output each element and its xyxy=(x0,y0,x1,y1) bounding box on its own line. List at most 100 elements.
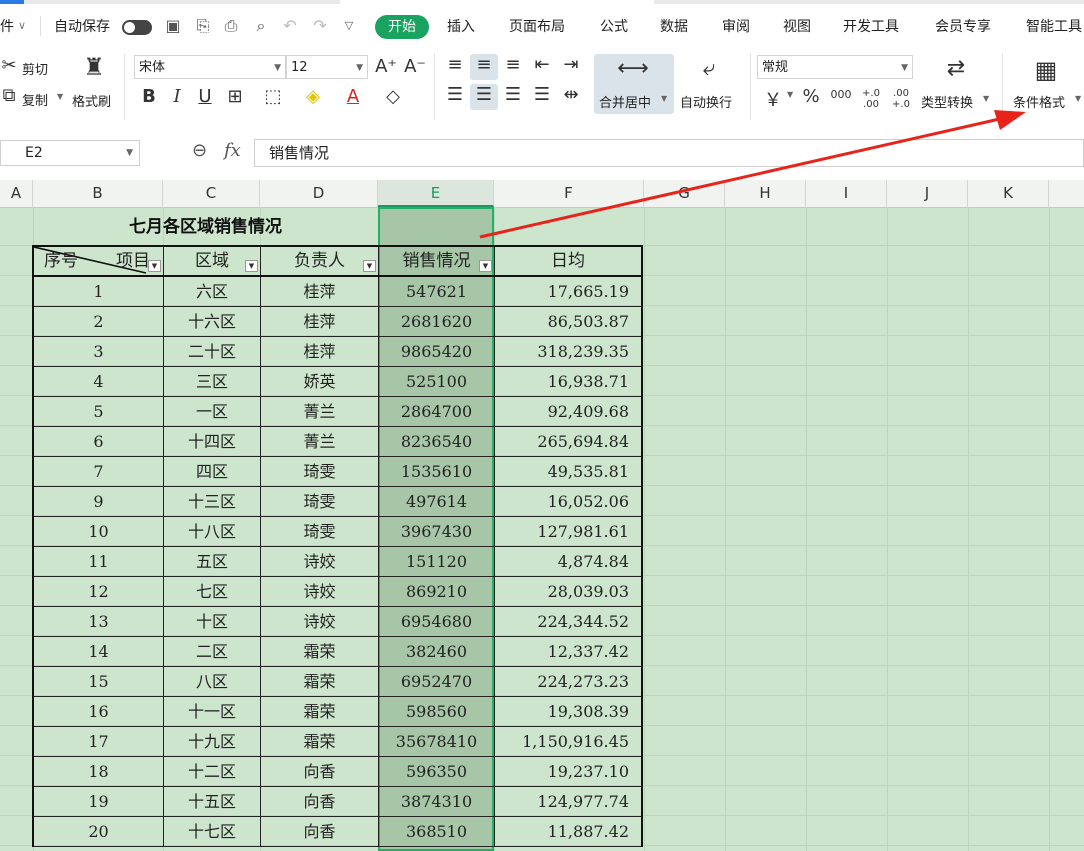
number-format-select[interactable]: 常规 ▼ xyxy=(757,55,913,79)
cell-owner[interactable]: 诗姣 xyxy=(261,577,379,606)
cell-daily[interactable]: 19,308.39 xyxy=(495,697,641,726)
cell-daily[interactable]: 224,344.52 xyxy=(495,607,641,636)
column-header-g[interactable]: G xyxy=(644,180,725,207)
cell-daily[interactable]: 19,237.10 xyxy=(495,757,641,786)
save-icon[interactable]: ▣ xyxy=(164,17,182,35)
cell-owner[interactable]: 桂萍 xyxy=(261,337,379,366)
merge-center-label[interactable]: 合并居中 xyxy=(599,92,651,111)
cell-no[interactable]: 18 xyxy=(34,757,164,786)
conditional-format-label[interactable]: 条件格式 xyxy=(1013,92,1065,111)
filter-dropdown-icon[interactable]: ▼ xyxy=(479,260,492,272)
cell-no[interactable]: 7 xyxy=(34,457,164,486)
sheet-grid[interactable]: 七月各区域销售情况 序号 项目 ▼ 区域 ▼ 负责人 ▼ 销售情况 ▼ 日均 1 六区桂… xyxy=(0,207,1084,851)
cell-sales[interactable]: 9865420 xyxy=(379,337,495,366)
cell-no[interactable]: 12 xyxy=(34,577,164,606)
fx-icon[interactable]: fx xyxy=(224,140,241,161)
cell-sales[interactable]: 2681620 xyxy=(379,307,495,336)
align-right-icon[interactable]: ☰ xyxy=(502,84,524,105)
copy-icon[interactable]: ⧉ xyxy=(0,85,18,106)
cut-icon[interactable]: ✂ xyxy=(0,55,18,76)
thousands-separator-icon[interactable]: 000 xyxy=(828,88,854,101)
column-header-e[interactable]: E xyxy=(378,180,494,207)
column-header-b[interactable]: B xyxy=(33,180,163,207)
zoom-icon[interactable]: ⊖ xyxy=(192,140,207,161)
cell-daily[interactable]: 127,981.61 xyxy=(495,517,641,546)
cell-region[interactable]: 八区 xyxy=(164,667,261,696)
cell-no[interactable]: 15 xyxy=(34,667,164,696)
cell-owner[interactable]: 霜荣 xyxy=(261,637,379,666)
tab-smart-tools[interactable]: 智能工具 xyxy=(1026,16,1082,36)
cell-sales[interactable]: 151120 xyxy=(379,547,495,576)
column-header-c[interactable]: C xyxy=(163,180,260,207)
fill-color-icon[interactable]: ◈ xyxy=(302,86,324,107)
cell-region[interactable]: 二十区 xyxy=(164,337,261,366)
cell-sales[interactable]: 596350 xyxy=(379,757,495,786)
decrease-indent-icon[interactable]: ⇤ xyxy=(531,54,553,75)
type-convert-label[interactable]: 类型转换 xyxy=(921,92,973,111)
wrap-text-label[interactable]: 自动换行 xyxy=(680,92,732,111)
merge-dropdown-icon[interactable]: ▼ xyxy=(661,94,667,103)
cell-daily[interactable]: 224,273.23 xyxy=(495,667,641,696)
cell-region[interactable]: 十七区 xyxy=(164,817,261,846)
tab-member[interactable]: 会员专享 xyxy=(935,16,991,36)
cell-daily[interactable]: 17,665.19 xyxy=(495,277,641,306)
cell-no[interactable]: 5 xyxy=(34,397,164,426)
cell-owner[interactable]: 向香 xyxy=(261,757,379,786)
cell-sales[interactable]: 6954680 xyxy=(379,607,495,636)
file-dropdown-icon[interactable]: ∨ xyxy=(18,19,26,32)
filter-dropdown-icon[interactable]: ▼ xyxy=(245,260,258,272)
cell-daily[interactable]: 16,052.06 xyxy=(495,487,641,516)
decrease-font-icon[interactable]: A⁻ xyxy=(404,56,426,77)
cell-owner[interactable]: 娇英 xyxy=(261,367,379,396)
font-size-select[interactable]: 12 ▼ xyxy=(286,55,368,79)
cell-owner[interactable]: 琦雯 xyxy=(261,487,379,516)
cell-region[interactable]: 五区 xyxy=(164,547,261,576)
increase-indent-icon[interactable]: ⇥ xyxy=(560,54,582,75)
cell-no[interactable]: 2 xyxy=(34,307,164,336)
cell-sales[interactable]: 382460 xyxy=(379,637,495,666)
copy-dropdown-icon[interactable]: ▼ xyxy=(57,92,63,101)
column-header-h[interactable]: H xyxy=(725,180,806,207)
tab-review[interactable]: 审阅 xyxy=(722,16,750,36)
cell-sales[interactable]: 525100 xyxy=(379,367,495,396)
currency-dropdown-icon[interactable]: ▼ xyxy=(787,90,793,99)
tab-data[interactable]: 数据 xyxy=(660,16,688,36)
cell-region[interactable]: 四区 xyxy=(164,457,261,486)
tab-page-layout[interactable]: 页面布局 xyxy=(509,16,565,36)
cell-region[interactable]: 三区 xyxy=(164,367,261,396)
tab-home[interactable]: 开始 xyxy=(375,15,429,39)
tab-developer[interactable]: 开发工具 xyxy=(843,16,899,36)
conditional-format-icon[interactable]: ▦ xyxy=(1030,56,1062,84)
tab-insert[interactable]: 插入 xyxy=(447,16,475,36)
cell-owner[interactable]: 菁兰 xyxy=(261,397,379,426)
type-convert-dropdown-icon[interactable]: ▼ xyxy=(983,94,989,103)
tab-formulas[interactable]: 公式 xyxy=(600,16,628,36)
cell-region[interactable]: 十八区 xyxy=(164,517,261,546)
formula-input[interactable]: 销售情况 xyxy=(254,139,1084,167)
justify-icon[interactable]: ☰ xyxy=(531,84,553,105)
cell-owner[interactable]: 向香 xyxy=(261,787,379,816)
autosave-toggle[interactable] xyxy=(122,20,152,35)
cell-owner[interactable]: 诗姣 xyxy=(261,547,379,576)
copy-label[interactable]: 复制 xyxy=(22,90,48,109)
type-convert-icon[interactable]: ⇄ xyxy=(940,56,972,81)
export-icon[interactable]: ⎘ xyxy=(194,17,212,35)
wrap-text-icon[interactable]: ⤶ xyxy=(692,56,726,81)
cell-sales[interactable]: 3874310 xyxy=(379,787,495,816)
quick-access-more-icon[interactable]: ▽ xyxy=(340,17,358,35)
cell-region[interactable]: 十三区 xyxy=(164,487,261,516)
filter-dropdown-icon[interactable]: ▼ xyxy=(148,260,161,272)
cell-sales[interactable]: 6952470 xyxy=(379,667,495,696)
align-bottom-icon[interactable]: ≡ xyxy=(502,54,524,75)
increase-font-icon[interactable]: A⁺ xyxy=(375,56,397,77)
undo-icon[interactable]: ↶ xyxy=(281,17,299,35)
cut-label[interactable]: 剪切 xyxy=(22,59,48,78)
cell-owner[interactable]: 琦雯 xyxy=(261,457,379,486)
cell-sales[interactable]: 2864700 xyxy=(379,397,495,426)
cell-owner[interactable]: 霜荣 xyxy=(261,697,379,726)
cell-region[interactable]: 十四区 xyxy=(164,427,261,456)
cell-region[interactable]: 六区 xyxy=(164,277,261,306)
diag-header-cell[interactable]: 序号 项目 ▼ xyxy=(34,247,164,275)
column-header-a[interactable]: A xyxy=(0,180,33,207)
header-owner[interactable]: 负责人 ▼ xyxy=(261,247,379,275)
